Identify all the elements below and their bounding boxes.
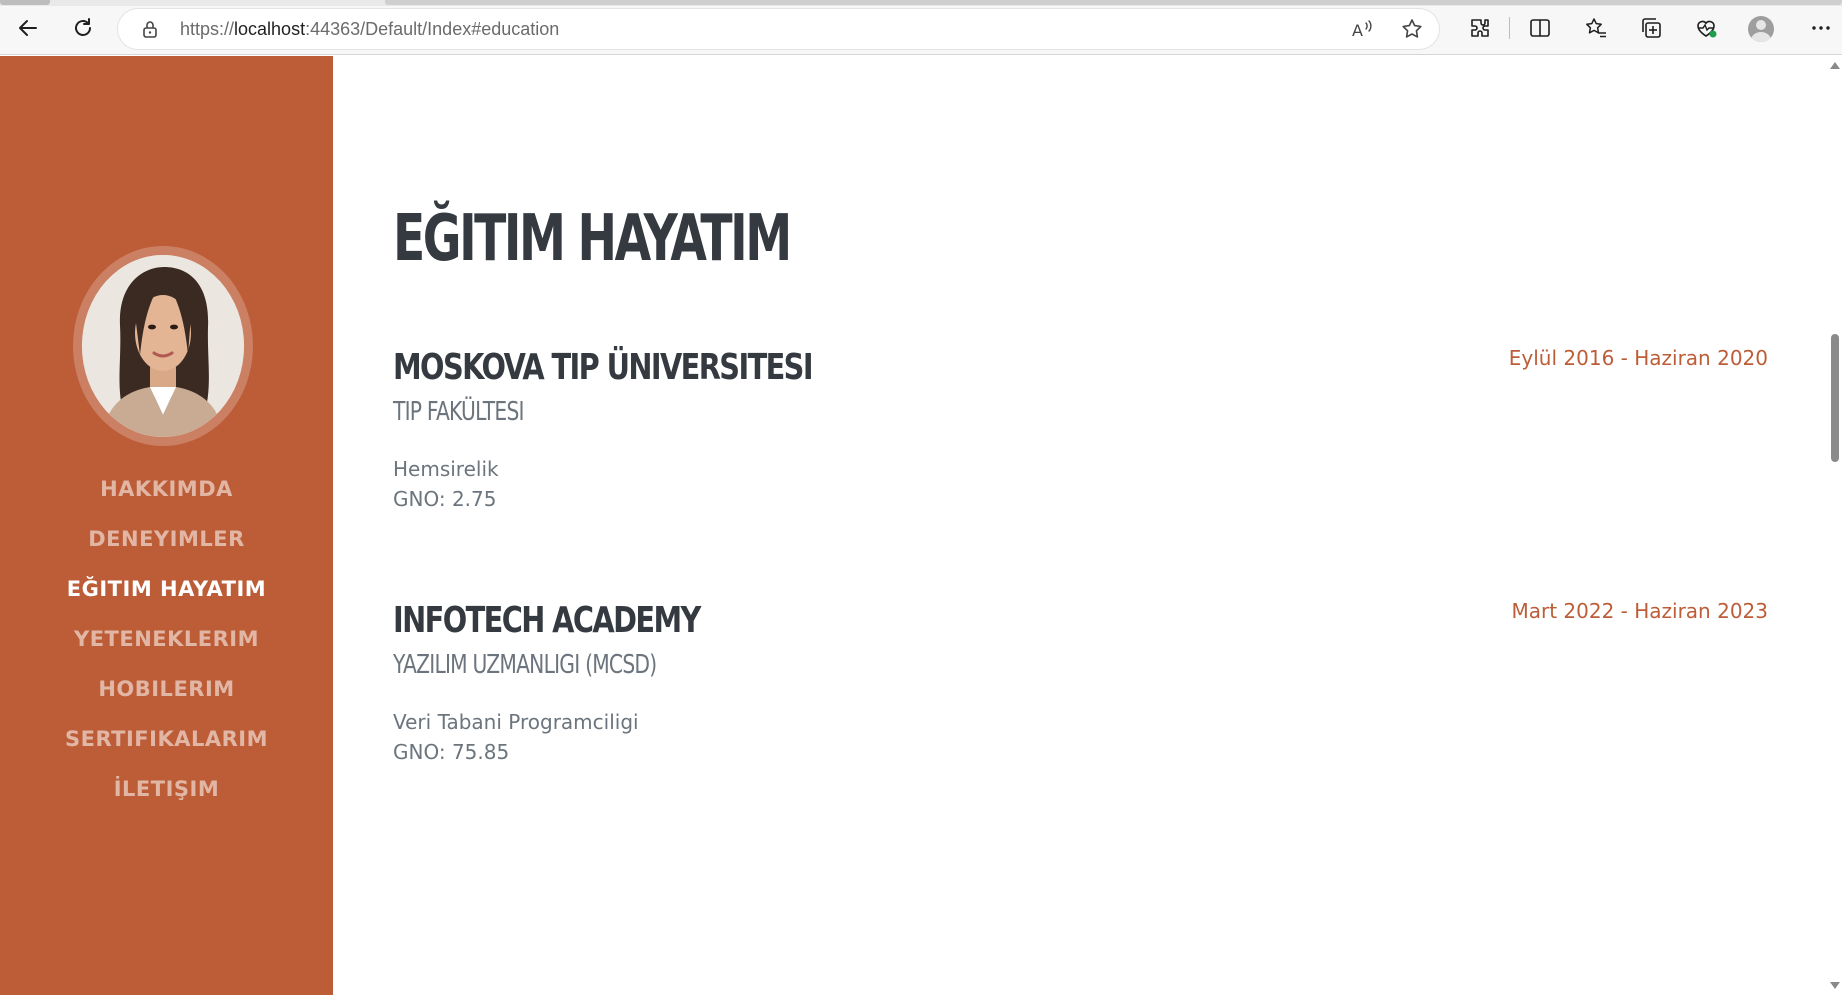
address-bar[interactable]: https://localhost:44363/Default/Index#ed… — [118, 9, 1439, 49]
faculty-name: TIP FAKÜLTESI — [393, 397, 525, 427]
gpa: GNO: 75.85 — [393, 740, 510, 764]
nav-link-sertifikalarim[interactable]: SERTIFIKALARIM — [65, 727, 268, 751]
profile-photo — [82, 255, 244, 437]
nav-link-egitim-hayatim[interactable]: EĞITIM HAYATIM — [67, 577, 266, 601]
tab-indicator-secondary[interactable] — [385, 0, 1842, 5]
school-name: INFOTECH ACADEMY — [393, 600, 701, 641]
nav-link-hakkimda[interactable]: HAKKIMDA — [100, 477, 233, 501]
main-content: EĞITIM HAYATIM MOSKOVA TIP ÜNIVERSITESI … — [333, 56, 1828, 995]
education-description: Veri Tabani Programciligi GNO: 75.85 — [393, 707, 1768, 767]
education-dates: Mart 2022 - Haziran 2023 — [1511, 599, 1768, 623]
nav-link-yeteneklerim[interactable]: YETENEKLERIM — [74, 627, 259, 651]
sidebar-nav: HAKKIMDA DENEYIMLER EĞITIM HAYATIM YETEN… — [0, 464, 333, 814]
url-host: localhost — [234, 19, 306, 39]
back-icon[interactable] — [12, 12, 44, 44]
section-title: EĞITIM HAYATIM — [393, 202, 792, 276]
department: Veri Tabani Programciligi — [393, 710, 639, 734]
browser-toolbar: https://localhost:44363/Default/Index#ed… — [0, 0, 1842, 55]
nav-link-iletisim[interactable]: İLETIŞIM — [114, 777, 220, 801]
refresh-icon[interactable] — [67, 12, 99, 44]
nav-item-sertifikalarim: SERTIFIKALARIM — [0, 714, 333, 764]
scrollbar-thumb[interactable] — [1831, 334, 1839, 462]
nav-item-deneyimler: DENEYIMLER — [0, 514, 333, 564]
url-text[interactable]: https://localhost:44363/Default/Index#ed… — [180, 19, 559, 40]
split-screen-icon[interactable] — [1525, 13, 1555, 43]
faculty-name: YAZILIM UZMANLIGI (MCSD) — [393, 650, 657, 680]
nav-item-hobilerim: HOBILERIM — [0, 664, 333, 714]
extensions-icon[interactable] — [1465, 13, 1495, 43]
sidebar: HAKKIMDA DENEYIMLER EĞITIM HAYATIM YETEN… — [0, 56, 333, 995]
read-aloud-icon[interactable]: A — [1350, 17, 1374, 41]
profile-head — [1756, 20, 1766, 30]
education-item: INFOTECH ACADEMY YAZILIM UZMANLIGI (MCSD… — [393, 599, 1768, 767]
gpa: GNO: 2.75 — [393, 487, 497, 511]
education-dates: Eylül 2016 - Haziran 2020 — [1508, 346, 1768, 370]
education-description: Hemsirelik GNO: 2.75 — [393, 454, 1768, 514]
department: Hemsirelik — [393, 457, 499, 481]
more-icon[interactable] — [1806, 13, 1836, 43]
nav-item-hakkimda: HAKKIMDA — [0, 464, 333, 514]
url-path: :44363/Default/Index#education — [305, 19, 560, 39]
svg-text:A: A — [1352, 21, 1363, 40]
nav-item-iletisim: İLETIŞIM — [0, 764, 333, 814]
scroll-down-arrow-icon[interactable] — [1830, 982, 1840, 989]
nav-link-hobilerim[interactable]: HOBILERIM — [98, 677, 234, 701]
browser-essentials-icon[interactable] — [1691, 13, 1721, 43]
school-name: MOSKOVA TIP ÜNIVERSITESI — [393, 347, 814, 388]
scroll-up-arrow-icon[interactable] — [1830, 62, 1840, 69]
favorites-icon[interactable] — [1581, 13, 1611, 43]
nav-link-deneyimler[interactable]: DENEYIMLER — [88, 527, 245, 551]
profile-body — [1751, 32, 1771, 42]
nav-item-yeteneklerim: YETENEKLERIM — [0, 614, 333, 664]
collections-icon[interactable] — [1636, 13, 1666, 43]
nav-item-egitim: EĞITIM HAYATIM — [0, 564, 333, 614]
profile-photo-frame — [73, 246, 253, 446]
tab-indicator[interactable] — [0, 0, 50, 5]
favorite-star-icon[interactable] — [1400, 17, 1424, 41]
page-scrollbar[interactable] — [1828, 56, 1842, 995]
url-protocol: https:// — [180, 19, 235, 39]
education-item: MOSKOVA TIP ÜNIVERSITESI TIP FAKÜLTESI H… — [393, 346, 1768, 514]
lock-icon[interactable] — [140, 19, 160, 39]
toolbar-divider — [1509, 17, 1510, 39]
profile-icon[interactable] — [1748, 16, 1774, 42]
tab-strip — [0, 0, 1842, 6]
